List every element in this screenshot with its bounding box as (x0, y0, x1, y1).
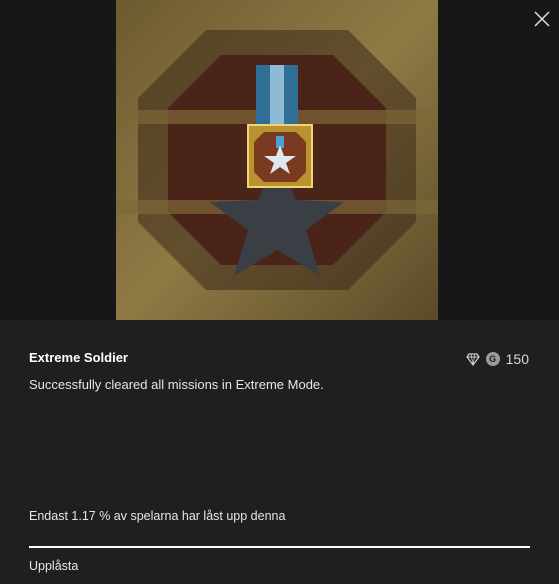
reward-info: G 150 (465, 351, 529, 367)
unlock-progress-bar (29, 546, 530, 548)
gamerscore-icon: G (485, 352, 500, 366)
achievement-description: Successfully cleared all missions in Ext… (29, 377, 324, 392)
unlock-status: Upplåsta (29, 559, 79, 573)
rarity-text: Endast 1.17 % av spelarna har låst upp d… (29, 509, 286, 523)
achievement-hero (0, 0, 559, 320)
achievement-title: Extreme Soldier (29, 350, 128, 365)
diamond-icon (465, 353, 480, 366)
close-icon[interactable] (531, 8, 553, 30)
achievement-details: Extreme Soldier Successfully cleared all… (0, 320, 559, 584)
medal-icon (116, 0, 438, 320)
gamerscore-value: 150 (505, 351, 529, 367)
